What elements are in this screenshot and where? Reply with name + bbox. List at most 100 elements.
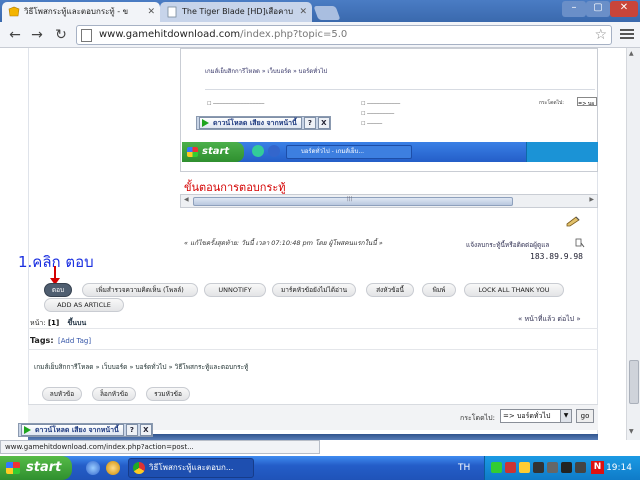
maximize-button[interactable]: ▢ <box>586 1 610 17</box>
go-top-link[interactable]: ขึ้นบน <box>67 319 86 327</box>
tags-row: Tags: [Add Tag] <box>28 328 598 350</box>
embedded-task-button: บอร์ดทั่วไป - เกมส์เย็บ... <box>286 145 412 159</box>
windows-flag-icon <box>187 147 198 157</box>
add-poll-button[interactable]: เพิ่มสำรวจความคิดเห็น (โพลล์) <box>82 283 198 297</box>
start-button[interactable]: start <box>0 456 72 480</box>
status-bar: www.gamehitdownload.com/index.php?action… <box>0 440 320 454</box>
prev-next-links[interactable]: « หน้าที่แล้ว ต่อไป » <box>518 314 581 325</box>
tab-close-icon[interactable]: ✕ <box>299 2 307 22</box>
folder-icon[interactable] <box>106 461 120 475</box>
page-icon <box>81 29 92 42</box>
quicklaunch-icon <box>252 145 264 157</box>
tray-app-icon[interactable] <box>533 462 544 473</box>
embedded-start-button: start <box>182 142 244 162</box>
report-link[interactable]: แจ้งลบกระทู้นี้หรือติดต่อผู้ดูแล <box>466 240 549 250</box>
clock: 19:14 <box>606 463 632 473</box>
delete-topic-button[interactable]: ลบหัวข้อ <box>42 387 82 401</box>
language-indicator[interactable]: TH <box>458 456 470 480</box>
bookmark-star-icon[interactable]: ☆ <box>594 27 607 43</box>
tab-close-icon[interactable]: ✕ <box>147 2 155 22</box>
download-help-icon[interactable]: ? <box>125 424 138 436</box>
speaker-icon[interactable] <box>575 462 586 473</box>
add-tag-link[interactable]: [Add Tag] <box>58 337 91 345</box>
embedded-bullet: ☐ ───────── <box>361 111 395 117</box>
scroll-thumb[interactable] <box>193 197 513 206</box>
system-tray: N 19:14 <box>484 456 640 480</box>
ip-address: 183.89.9.98 <box>530 252 583 261</box>
forward-arrow-icon[interactable]: → <box>28 26 46 44</box>
embedded-jump-select: => บอ <box>577 97 597 107</box>
address-bar[interactable]: www.gamehitdownload.com/index.php?topic=… <box>76 25 612 45</box>
tags-label: Tags: <box>30 336 54 345</box>
breadcrumb[interactable]: เกมส์เย็บสิกการีโหลด » เว็บบอร์ด » บอร์ด… <box>34 362 248 372</box>
menu-wrench-icon[interactable] <box>620 27 634 41</box>
tray-app-icon[interactable] <box>505 462 516 473</box>
chevron-down-icon[interactable]: ▼ <box>560 410 571 422</box>
embedded-taskbar: start บอร์ดทั่วไป - เกมส์เย็บ... TH <box>182 142 598 162</box>
current-page[interactable]: [1] <box>48 319 59 327</box>
scroll-up-icon[interactable]: ▲ <box>629 50 634 57</box>
print-button[interactable]: พิมพ์ <box>422 283 456 297</box>
scroll-down-icon[interactable]: ▼ <box>629 428 634 435</box>
add-article-button[interactable]: ADD AS ARTICLE <box>44 298 124 312</box>
download-audio-button[interactable]: ดาวน์โหลด เสียง จากหน้านี้ <box>21 424 124 436</box>
taskbar-chrome-window[interactable]: วิธีโพสกระทู้และตอบก... <box>128 458 254 478</box>
reply-button[interactable]: ตอบ <box>44 283 72 297</box>
scroll-grip-icon: ||| <box>347 196 353 202</box>
tray-app-icon[interactable] <box>519 462 530 473</box>
ie-icon[interactable] <box>86 461 100 475</box>
page-scrollbar[interactable]: ▲ ▼ <box>626 48 640 440</box>
page-scroll-thumb[interactable] <box>629 360 639 404</box>
embedded-close-icon: X <box>317 117 330 129</box>
edit-pencil-icon[interactable] <box>565 215 581 227</box>
page-label: หน้า: <box>30 319 46 327</box>
lock-thanks-button[interactable]: LOCK ALL THANK YOU <box>464 283 564 297</box>
minimize-button[interactable]: – <box>562 1 586 17</box>
jump-select[interactable]: => บอร์ดทั่วไป ▼ <box>500 409 572 423</box>
embedded-jump-label: กระโดดไป: <box>539 100 564 106</box>
jump-label: กระโดดไป: <box>460 414 495 422</box>
ie-icon <box>268 145 280 157</box>
scroll-right-icon[interactable]: ▶ <box>589 196 594 203</box>
tray-app-icon[interactable] <box>561 462 572 473</box>
back-arrow-icon[interactable]: ← <box>6 26 24 44</box>
play-icon <box>24 426 31 434</box>
lock-topic-button[interactable]: ล็อกหัวข้อ <box>92 387 136 401</box>
embedded-tray <box>526 142 598 162</box>
tray-app-icon[interactable] <box>547 462 558 473</box>
taskbar: start วิธีโพสกระทู้และตอบก... TH N 19:14 <box>0 456 640 480</box>
close-window-button[interactable]: ✕ <box>610 1 638 17</box>
tab-strip: วิธีโพสกระทู้และตอบกระทู้ - ข ✕ The Tige… <box>0 0 640 22</box>
mark-unread-button[interactable]: มาร์คหัวข้อยังไม่ได้อ่าน <box>272 283 356 297</box>
page-favicon-icon <box>167 6 177 18</box>
unnotify-button[interactable]: UNNOTIFY <box>204 283 266 297</box>
download-close-icon[interactable]: X <box>139 424 152 436</box>
forum-favicon-icon <box>8 6 20 17</box>
embedded-breadcrumb: เกมส์เย็บสิกการีโหลด » เว็บบอร์ด » บอร์ด… <box>205 68 328 75</box>
report-icon[interactable] <box>575 238 585 248</box>
send-topic-button[interactable]: ส่งหัวข้อนี้ <box>366 283 414 297</box>
embedded-bullet: ☐ ───────────────── <box>207 101 265 107</box>
embedded-bullet: ☐ ───── <box>361 121 383 127</box>
go-button[interactable]: go <box>576 409 594 423</box>
embedded-help-icon: ? <box>303 117 316 129</box>
embedded-bullet: ☐ ─────────── <box>361 101 401 107</box>
tab-inactive-label: The Tiger Blade [HD]เสือคาบ <box>182 7 294 16</box>
embedded-download-button: ดาวน์โหลด เสียง จากหน้านี้ <box>199 117 302 129</box>
tray-app-icon[interactable] <box>491 462 502 473</box>
embedded-image-scrollbar[interactable]: ◀ ||| ▶ <box>180 194 598 208</box>
url-text[interactable]: www.gamehitdownload.com/index.php?topic=… <box>99 26 347 44</box>
tab-inactive[interactable]: The Tiger Blade [HD]เสือคาบ ✕ <box>160 2 312 22</box>
merge-topic-button[interactable]: รวมหัวข้อ <box>146 387 190 401</box>
download-bar: ดาวน์โหลด เสียง จากหน้านี้ ? X <box>18 423 153 437</box>
tab-active-label: วิธีโพสกระทู้และตอบกระทู้ - ข <box>24 7 129 16</box>
embedded-download-bar: ดาวน์โหลด เสียง จากหน้านี้ ? X <box>196 116 331 130</box>
page-viewport: เกมส์เย็บสิกการีโหลด » เว็บบอร์ด » บอร์ด… <box>0 48 626 440</box>
browser-toolbar: ← → ↻ www.gamehitdownload.com/index.php?… <box>0 22 640 48</box>
scroll-left-icon[interactable]: ◀ <box>184 196 189 203</box>
reload-icon[interactable]: ↻ <box>52 26 70 44</box>
windows-flag-icon <box>6 462 20 474</box>
tray-n-icon[interactable]: N <box>591 461 604 474</box>
new-tab-button[interactable] <box>313 6 341 20</box>
tab-active[interactable]: วิธีโพสกระทู้และตอบกระทู้ - ข ✕ <box>2 2 160 22</box>
